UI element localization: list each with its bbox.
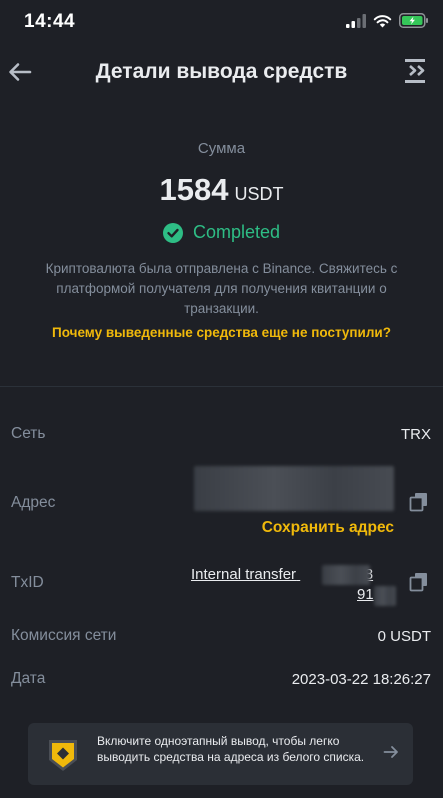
network-value: TRX xyxy=(401,426,431,443)
amount-label: Сумма xyxy=(197,140,246,157)
divider xyxy=(0,386,443,387)
txid-line-2[interactable]: 91 xyxy=(357,586,374,603)
signal-icon xyxy=(346,13,366,28)
amount-row: 1584 USDT xyxy=(0,172,443,208)
status-bar: 14:44 xyxy=(0,0,443,44)
info-text: Криптовалюта была отправлена с Binance. … xyxy=(45,261,398,316)
fee-label: Комиссия сети xyxy=(11,627,117,644)
txid-redacted-2 xyxy=(374,586,396,606)
page-title: Детали вывода средств xyxy=(95,60,348,83)
copy-icon xyxy=(409,573,427,592)
date-label: Дата xyxy=(11,670,46,687)
status-icons xyxy=(346,13,429,28)
one-step-withdrawal-banner[interactable]: Включите одноэтапный вывод, чтобы легко … xyxy=(28,723,413,785)
export-icon xyxy=(405,59,425,83)
txid-label: TxID xyxy=(11,574,44,591)
check-circle-icon xyxy=(162,222,183,243)
status-row: Completed xyxy=(0,222,443,243)
banner-text: Включите одноэтапный вывод, чтобы легко … xyxy=(97,734,365,764)
arrow-right-icon xyxy=(383,746,398,758)
battery-icon xyxy=(399,13,428,28)
fee-value: 0 USDT xyxy=(377,628,431,645)
amount-value: 1584 xyxy=(159,172,229,207)
network-label: Сеть xyxy=(11,425,46,442)
status-time: 14:44 xyxy=(24,11,76,32)
txid-prefix: Internal transfer xyxy=(191,566,297,583)
copy-address-button[interactable] xyxy=(409,492,429,512)
withdrawal-summary: Сумма 1584 USDT Completed Криптовалюта б… xyxy=(0,140,443,340)
address-label: Адрес xyxy=(11,494,56,511)
why-not-arrived-link[interactable]: Почему выведенные средства еще не поступ… xyxy=(0,325,443,340)
amount-currency: USDT xyxy=(234,184,284,204)
txid-redacted-1 xyxy=(322,565,370,585)
export-button[interactable] xyxy=(403,58,429,86)
copy-txid-button[interactable] xyxy=(409,572,429,592)
address-value-redacted xyxy=(194,466,394,511)
save-address-link[interactable]: Сохранить адрес xyxy=(262,519,394,537)
date-value: 2023-03-22 18:26:27 xyxy=(291,671,431,688)
copy-icon xyxy=(409,493,427,512)
status-text: Completed xyxy=(192,222,281,242)
wifi-icon xyxy=(373,14,392,27)
shield-icon xyxy=(49,740,77,771)
nav-bar: Детали вывода средств xyxy=(0,44,443,102)
